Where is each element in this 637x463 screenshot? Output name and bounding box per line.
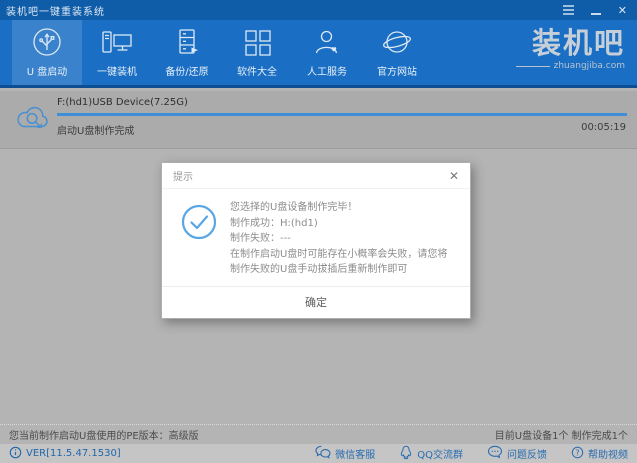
dialog-line: 制作失败：--- bbox=[230, 233, 291, 244]
notice-dialog: 提示 ✕ 您选择的U盘设备制作完毕！ 制作成功：H:(hd1) 制作失败：---… bbox=[161, 162, 471, 319]
tab-label: U 盘启动 bbox=[26, 67, 68, 78]
dialog-title: 提示 bbox=[173, 172, 193, 183]
app-window: 装机吧一键重装系统 ✕ U 盘启动 一键装机 备份/还原 软件大全 人工服务 官… bbox=[0, 0, 637, 463]
toolbar: U 盘启动 一键装机 备份/还原 软件大全 人工服务 官方网站 装机吧 zhua… bbox=[0, 20, 637, 88]
device-status-text: 启动U盘制作完成 bbox=[57, 126, 135, 137]
version-info: VER[11.5.47.1530] bbox=[9, 446, 121, 462]
footer-info-row: 您当前制作启动U盘使用的PE版本：高级版 目前U盘设备1个 制作完成1个 bbox=[0, 424, 637, 444]
globe-icon bbox=[382, 27, 412, 60]
usb-summary-text: 目前U盘设备1个 制作完成1个 bbox=[494, 431, 628, 442]
support-person-icon bbox=[312, 27, 342, 60]
link-qq-group[interactable]: QQ交流群 bbox=[399, 445, 463, 463]
usb-icon bbox=[32, 27, 62, 60]
qq-icon bbox=[399, 445, 413, 463]
tab-label: 官方网站 bbox=[377, 67, 417, 78]
statusbar: VER[11.5.47.1530] 微信客服 QQ交流群 问题反馈 ? 帮助视频 bbox=[0, 444, 637, 463]
link-help-videos[interactable]: ? 帮助视频 bbox=[571, 446, 628, 462]
feedback-icon bbox=[487, 445, 503, 462]
progress-bar bbox=[57, 113, 627, 116]
confirm-button[interactable]: 确定 bbox=[285, 290, 347, 314]
statusbar-links: 微信客服 QQ交流群 问题反馈 ? 帮助视频 bbox=[291, 445, 628, 463]
window-controls: ✕ bbox=[562, 5, 627, 16]
dialog-body: 您选择的U盘设备制作完毕！ 制作成功：H:(hd1) 制作失败：--- 在制作启… bbox=[162, 189, 470, 286]
tab-backup-restore[interactable]: 备份/还原 bbox=[152, 20, 222, 85]
close-icon[interactable]: ✕ bbox=[618, 5, 627, 16]
pe-version-text: 您当前制作启动U盘使用的PE版本：高级版 bbox=[9, 431, 199, 442]
minimize-icon[interactable] bbox=[590, 12, 601, 15]
brand-logo-domain: zhuangjiba.com bbox=[515, 61, 625, 71]
dialog-line: 制作成功：H:(hd1) bbox=[230, 217, 318, 229]
titlebar: 装机吧一键重装系统 ✕ bbox=[0, 0, 637, 20]
link-feedback[interactable]: 问题反馈 bbox=[487, 445, 547, 462]
tab-official-website[interactable]: 官方网站 bbox=[362, 20, 432, 85]
link-wechat-support[interactable]: 微信客服 bbox=[315, 445, 375, 462]
elapsed-time: 00:05:19 bbox=[581, 122, 626, 133]
device-name: F:(hd1)USB Device(7.25G) bbox=[57, 97, 188, 108]
dialog-header: 提示 ✕ bbox=[162, 163, 470, 189]
logo-rule bbox=[515, 65, 550, 67]
dialog-close-icon[interactable]: ✕ bbox=[449, 170, 459, 182]
window-title: 装机吧一键重装系统 bbox=[6, 6, 105, 18]
tab-one-key-install[interactable]: 一键装机 bbox=[82, 20, 152, 85]
tab-software-collection[interactable]: 软件大全 bbox=[222, 20, 292, 85]
tab-label: 一键装机 bbox=[97, 67, 137, 78]
tab-label: 人工服务 bbox=[307, 67, 347, 78]
tab-support-service[interactable]: 人工服务 bbox=[292, 20, 362, 85]
tab-label: 软件大全 bbox=[237, 67, 277, 78]
info-icon bbox=[9, 446, 22, 462]
brand-logo-text: 装机吧 bbox=[531, 26, 625, 60]
help-icon: ? bbox=[571, 446, 584, 462]
cloud-device-icon bbox=[13, 101, 53, 137]
tab-usb-boot[interactable]: U 盘启动 bbox=[12, 20, 82, 85]
progress-fill bbox=[57, 113, 627, 116]
backup-restore-icon bbox=[172, 27, 202, 60]
menu-icon[interactable] bbox=[562, 5, 574, 15]
computer-icon bbox=[100, 27, 134, 60]
svg-text:?: ? bbox=[575, 448, 579, 457]
dialog-message: 您选择的U盘设备制作完毕！ 制作成功：H:(hd1) 制作失败：--- 在制作启… bbox=[230, 200, 456, 278]
version-text: VER[11.5.47.1530] bbox=[26, 448, 121, 459]
tab-label: 备份/还原 bbox=[165, 67, 209, 78]
dialog-line: 在制作启动U盘时可能存在小概率会失败，请您将制作失败的U盘手动拔插后重新制作即可 bbox=[230, 248, 448, 276]
dialog-footer: 确定 bbox=[162, 285, 470, 318]
device-panel: F:(hd1)USB Device(7.25G) 启动U盘制作完成 00:05:… bbox=[0, 91, 637, 149]
dialog-line: 您选择的U盘设备制作完毕！ bbox=[230, 202, 358, 213]
success-check-icon bbox=[180, 203, 218, 278]
wechat-icon bbox=[315, 445, 331, 462]
software-grid-icon bbox=[242, 27, 272, 60]
brand-logo: 装机吧 zhuangjiba.com bbox=[515, 26, 625, 71]
